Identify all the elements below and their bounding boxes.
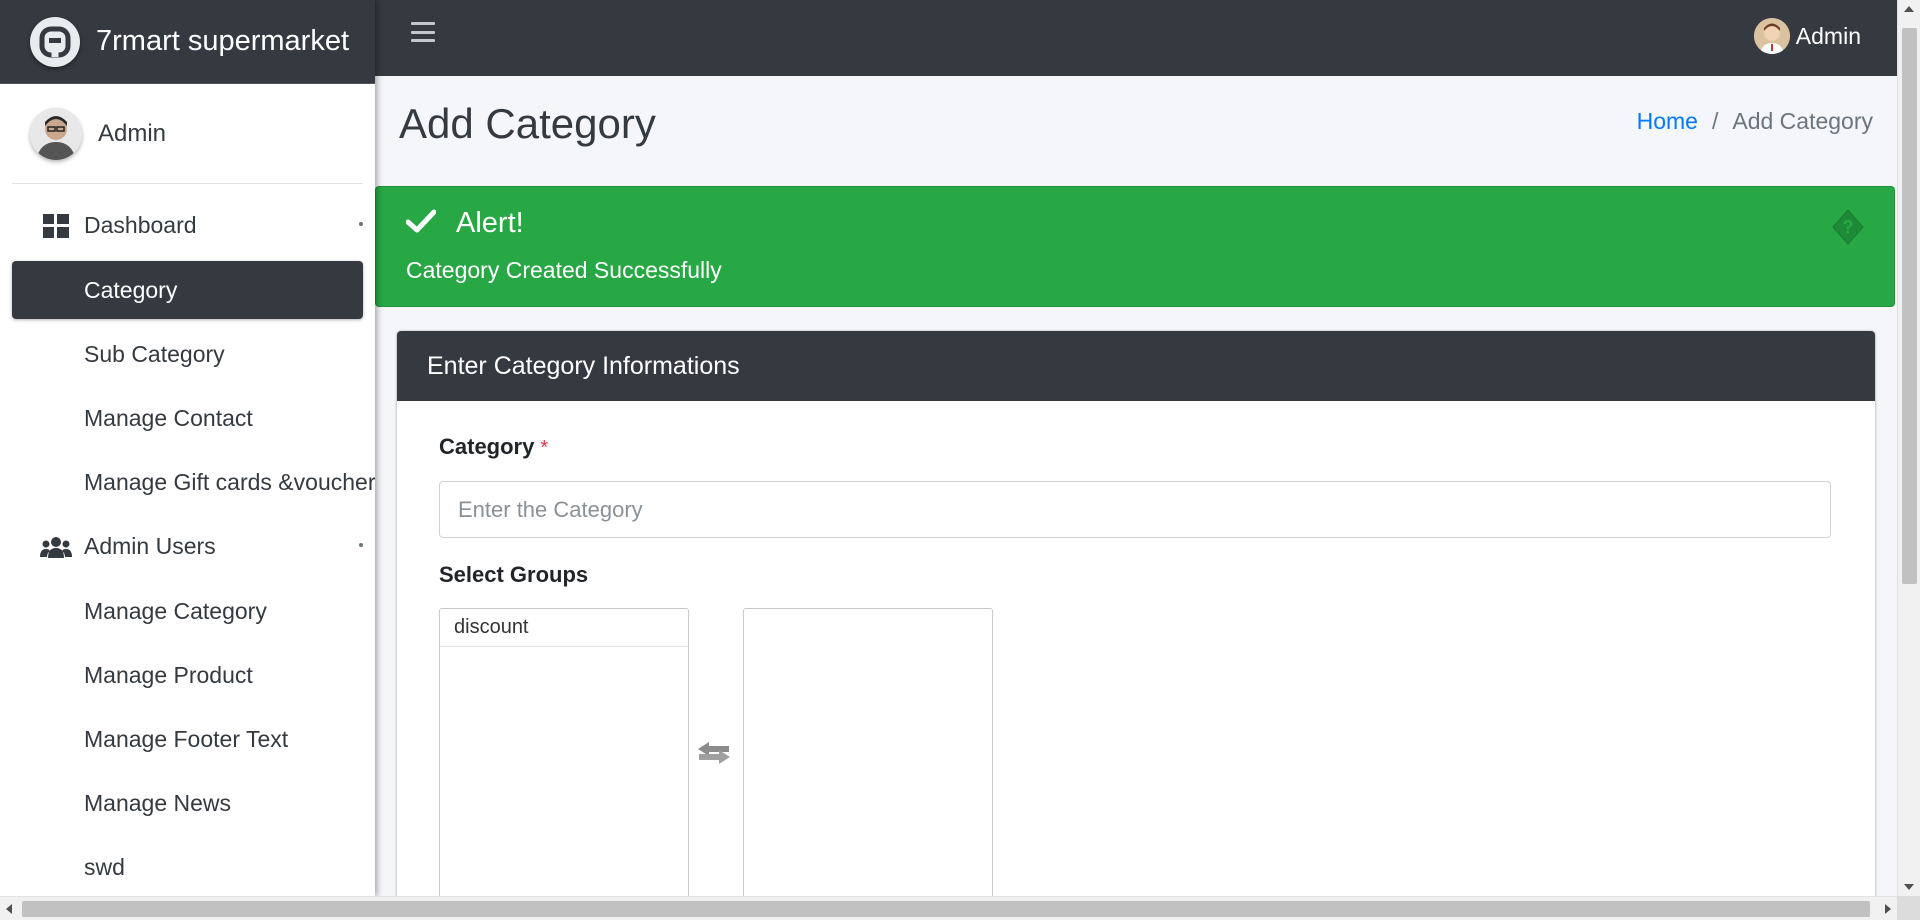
horizontal-scroll-thumb[interactable] (22, 901, 1870, 917)
topbar: Admin (375, 0, 1897, 76)
scroll-up-icon[interactable] (1904, 6, 1914, 12)
breadcrumb-home-link[interactable]: Home (1637, 108, 1698, 135)
sidebar-item-label: Admin Users (84, 533, 216, 559)
sidebar-item-manage-gift-cards[interactable]: Manage Gift cards &voucher (12, 453, 375, 511)
hamburger-icon[interactable] (411, 22, 435, 42)
svg-text:?: ? (1843, 217, 1854, 237)
sidebar-item-label: Dashboard (84, 212, 197, 238)
scrollbar-corner (1897, 896, 1920, 920)
brand-name: 7rmart supermarket (96, 25, 350, 57)
list-item[interactable]: discount (440, 609, 688, 647)
sidebar-item-manage-category[interactable]: Manage Category (12, 582, 363, 640)
select-groups-label: Select Groups (439, 562, 589, 587)
category-label: Category * (439, 434, 548, 460)
sidebar-item-sub-category[interactable]: Sub Category (12, 325, 363, 383)
category-input[interactable] (439, 481, 1831, 538)
sidebar-nav: Dashboard Category Sub Category Manage C… (0, 184, 375, 896)
page-title: Add Category (399, 100, 656, 147)
sidebar-item-label: Manage Gift cards &voucher (84, 468, 375, 495)
vertical-scrollbar[interactable] (1897, 0, 1920, 896)
alert-header: Alert! (405, 207, 524, 240)
sidebar-item-dashboard[interactable]: Dashboard (12, 196, 363, 255)
brand-link[interactable]: 7rmart supermarket (0, 0, 375, 84)
user-panel[interactable]: Admin (12, 84, 363, 184)
chevron-icon (359, 543, 363, 547)
sidebar-item-admin-users[interactable]: Admin Users (12, 517, 363, 576)
selected-groups-list[interactable] (743, 608, 993, 898)
sidebar-item-label: Manage News (84, 789, 232, 816)
sidebar-item-manage-product[interactable]: Manage Product (12, 646, 363, 704)
chevron-icon (359, 222, 363, 226)
sidebar-item-manage-footer-text[interactable]: Manage Footer Text (12, 710, 363, 768)
sidebar-item-category[interactable]: Category (12, 261, 363, 319)
main-content: Add Category Home / Add Category Alert! … (375, 76, 1897, 920)
vertical-scroll-thumb[interactable] (1902, 28, 1917, 584)
user-avatar (30, 107, 82, 160)
help-icon[interactable]: ? (1832, 209, 1864, 250)
user-menu[interactable]: Admin (1753, 18, 1861, 54)
swap-arrows-icon[interactable] (697, 741, 731, 770)
scroll-left-icon[interactable] (6, 904, 12, 914)
category-form-card: Enter Category Informations Category* Se… (397, 331, 1875, 920)
sidebar-item-label: Category (84, 276, 178, 303)
sidebar-item-label: Sub Category (84, 340, 225, 367)
breadcrumb-separator: / (1711, 108, 1719, 134)
sidebar-item-label: Manage Contact (84, 404, 253, 431)
sidebar-item-manage-news[interactable]: Manage News (12, 774, 363, 832)
available-groups-list[interactable]: discount (439, 608, 689, 898)
scroll-down-icon[interactable] (1904, 884, 1914, 890)
horizontal-scrollbar[interactable] (0, 896, 1897, 920)
sidebar-item-manage-contact[interactable]: Manage Contact (12, 389, 363, 447)
required-marker: * (540, 437, 549, 459)
success-alert: Alert! Category Created Successfully ? (375, 186, 1895, 307)
card-title: Enter Category Informations (427, 351, 740, 380)
brand-logo-icon (30, 16, 80, 67)
top-user-name: Admin (1795, 22, 1861, 49)
sidebar-item-swd[interactable]: swd (12, 838, 363, 896)
breadcrumb: Home / Add Category (1637, 108, 1873, 135)
users-icon (40, 536, 72, 558)
user-name: Admin (98, 119, 167, 147)
alert-message: Category Created Successfully (406, 257, 722, 283)
sidebar-item-label: Manage Footer Text (84, 725, 289, 752)
sidebar-item-label: Manage Category (84, 597, 267, 624)
scroll-right-icon[interactable] (1885, 904, 1891, 914)
check-icon (405, 209, 437, 238)
category-label-text: Category (439, 434, 535, 459)
sidebar-item-label: Manage Product (84, 661, 253, 688)
sidebar-item-label: swd (84, 853, 125, 880)
card-header: Enter Category Informations (397, 331, 1875, 401)
breadcrumb-current: Add Category (1732, 108, 1873, 134)
dashboard-icon (40, 213, 72, 238)
user-avatar (1753, 18, 1790, 54)
alert-title: Alert! (456, 207, 524, 239)
sidebar: 7rmart supermarket Admin Dashboard Categ… (0, 0, 375, 896)
